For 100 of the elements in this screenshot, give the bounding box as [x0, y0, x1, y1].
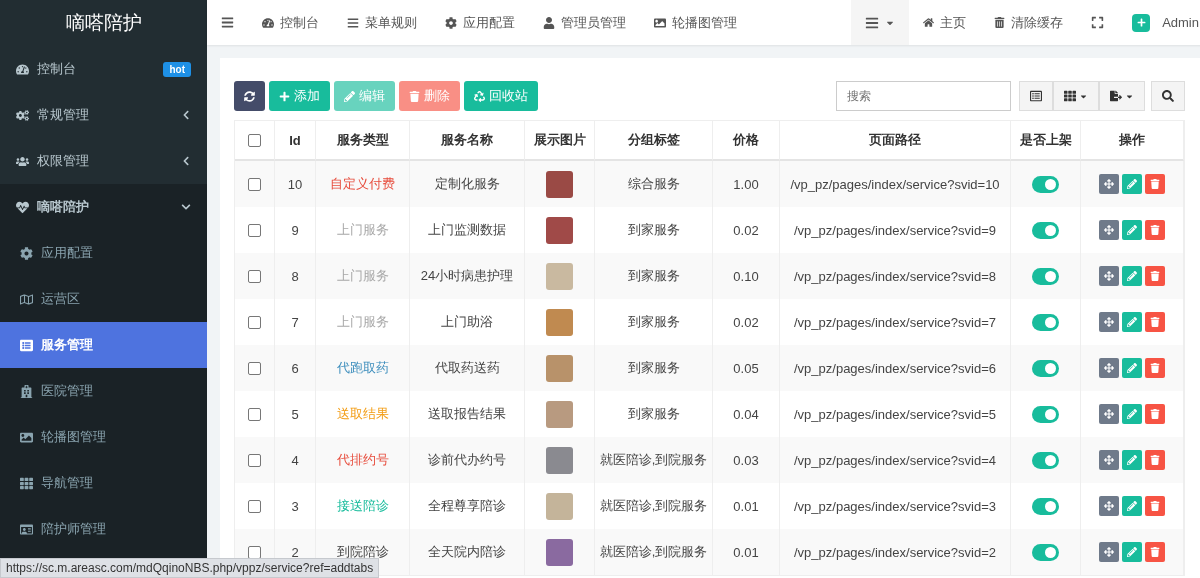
sidebar-item[interactable]: 运营区 [0, 276, 207, 322]
delete-button[interactable] [1145, 542, 1165, 562]
search-field[interactable]: 搜索 [836, 81, 1011, 111]
nav-tab[interactable]: 应用配置 [431, 0, 529, 45]
row-checkbox[interactable] [248, 361, 261, 375]
table-cell: /vp_pz/pages/index/service?svid=7 [794, 314, 996, 330]
pencil-icon [1127, 501, 1137, 511]
home-icon [923, 17, 935, 28]
drag-button[interactable] [1099, 404, 1119, 424]
table-cell: 0.10 [733, 268, 759, 284]
table-cell: 0.02 [733, 314, 759, 330]
sidebar-item[interactable]: 轮播图管理 [0, 414, 207, 460]
row-checkbox[interactable] [248, 453, 261, 467]
table-cell: 上门监测数据 [428, 221, 506, 239]
move-icon [1104, 455, 1114, 465]
columns-button[interactable] [1053, 81, 1099, 111]
drag-button[interactable] [1099, 312, 1119, 332]
drag-button[interactable] [1099, 220, 1119, 240]
nav-link[interactable]: 主页 [909, 0, 981, 45]
sidebar-item[interactable]: 控制台 hot [0, 46, 207, 92]
row-checkbox[interactable] [248, 177, 261, 191]
toggle-switch[interactable] [1032, 267, 1059, 285]
delete-button[interactable] [1145, 266, 1165, 286]
edit-button[interactable] [1122, 358, 1142, 378]
sidebar-item[interactable]: 常规管理 [0, 92, 207, 138]
service-type: 接送陪诊 [336, 497, 389, 515]
edit-button[interactable] [1122, 404, 1142, 424]
chevron-left-icon [181, 156, 191, 166]
refresh-button[interactable] [234, 81, 265, 111]
delete-button[interactable] [1145, 404, 1165, 424]
row-checkbox[interactable] [248, 545, 261, 559]
table-cell: 到家服务 [627, 405, 680, 423]
trash-icon [1150, 225, 1160, 235]
pencil-icon [1127, 409, 1137, 419]
edit-button[interactable] [1122, 312, 1142, 332]
delete-button[interactable] [1145, 450, 1165, 470]
service-type: 到院陪诊 [336, 543, 389, 561]
list-view-icon [1030, 90, 1042, 102]
toggle-switch[interactable] [1032, 543, 1059, 561]
sidebar-item[interactable]: 应用配置 [0, 230, 207, 276]
toggle-switch[interactable] [1032, 405, 1059, 423]
drag-button[interactable] [1099, 450, 1119, 470]
table-cell: /vp_pz/pages/index/service?svid=8 [794, 268, 996, 284]
row-checkbox[interactable] [248, 223, 261, 237]
trash-icon [1150, 271, 1160, 281]
move-icon [1104, 225, 1114, 235]
trash-icon [994, 17, 1006, 28]
nav-tab[interactable]: 轮播图管理 [640, 0, 751, 45]
sidebar-item[interactable]: 医院管理 [0, 368, 207, 414]
drag-button[interactable] [1099, 542, 1119, 562]
drag-button[interactable] [1099, 358, 1119, 378]
edit-button[interactable] [1122, 496, 1142, 516]
edit-button[interactable] [1122, 450, 1142, 470]
table-cell: 0.03 [733, 452, 759, 468]
list-dropdown[interactable] [851, 0, 910, 45]
sidebar-item[interactable]: 陪护师管理 [0, 506, 207, 552]
edit-button[interactable] [1122, 220, 1142, 240]
trash-icon [1150, 501, 1160, 511]
toggle-switch[interactable] [1032, 221, 1059, 239]
edit-button[interactable] [1122, 266, 1142, 286]
sidebar-item[interactable]: 服务管理 [0, 322, 207, 368]
delete-button[interactable] [1145, 174, 1165, 194]
toggle-switch[interactable] [1032, 359, 1059, 377]
user-menu[interactable]: Admin [1118, 0, 1200, 45]
list-icon [347, 16, 359, 29]
delete-button[interactable] [1145, 312, 1165, 332]
delete-button[interactable] [1145, 358, 1165, 378]
search-button[interactable] [1151, 81, 1185, 111]
nav-tab[interactable]: 管理员管理 [529, 0, 640, 45]
sidebar-item[interactable]: 导航管理 [0, 460, 207, 506]
toggle-switch[interactable] [1032, 175, 1059, 193]
nav-link[interactable]: 清除缓存 [980, 0, 1078, 45]
pencil-icon [1127, 547, 1137, 557]
service-type: 上门服务 [336, 221, 389, 239]
drag-button[interactable] [1099, 174, 1119, 194]
select-all-checkbox[interactable] [248, 133, 261, 147]
delete-button[interactable] [1145, 220, 1165, 240]
toggle-switch[interactable] [1032, 451, 1059, 469]
export-button[interactable] [1099, 81, 1145, 111]
photo-placeholder [546, 446, 573, 474]
row-checkbox[interactable] [248, 407, 261, 421]
toggle-view-button[interactable] [1019, 81, 1053, 111]
table-cell: 5 [291, 406, 299, 422]
table-cell: 3 [291, 498, 299, 514]
sidebar-item[interactable]: 权限管理 [0, 138, 207, 184]
toggle-switch[interactable] [1032, 497, 1059, 515]
edit-button[interactable] [1122, 174, 1142, 194]
nav-tab[interactable]: 菜单规则 [333, 0, 431, 45]
refresh-icon [244, 90, 255, 102]
drag-button[interactable] [1099, 496, 1119, 516]
edit-button[interactable] [1122, 542, 1142, 562]
row-checkbox[interactable] [248, 315, 261, 329]
delete-button[interactable] [1145, 496, 1165, 516]
row-checkbox[interactable] [248, 499, 261, 513]
trash-icon [1150, 547, 1160, 557]
row-checkbox[interactable] [248, 269, 261, 283]
table-cell: 0.04 [733, 406, 759, 422]
drag-button[interactable] [1099, 266, 1119, 286]
toggle-switch[interactable] [1032, 313, 1059, 331]
nav-tab[interactable]: 控制台 [248, 0, 333, 45]
